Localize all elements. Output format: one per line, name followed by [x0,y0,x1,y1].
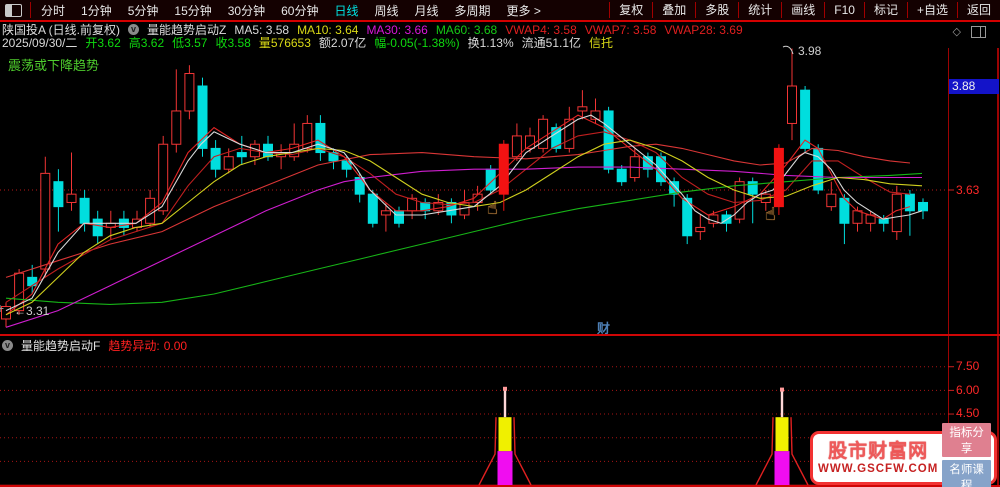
split-window-icon[interactable] [971,25,986,38]
site-watermark: 股市财富网 WWW.GSCFW.COM 指标分享 名师课程 [810,422,997,487]
toolbar-button[interactable]: 返回 [956,2,1000,18]
sub-axis-label-750: 7.50 [956,359,980,373]
period-tab[interactable]: 5分钟 [120,2,167,19]
price-label-highlight: 3.88 [949,79,999,94]
toolbar-button[interactable]: 多股 [695,2,738,18]
period-tabs: 分时 1分钟 5分钟 15分钟 30分钟 60分钟 日线 周线 月线 多周期 更多 > [33,2,549,19]
day-stat: 额2.07亿 [318,36,367,50]
day-stat: 信托 [589,36,614,50]
watermark-badge-teacher-course: 名师课程 [942,459,991,487]
toolbar-button[interactable]: +自选 [906,2,957,18]
hand-pointer-icon: ☝ [487,198,498,218]
low-price-annotation: ←3.31 [14,304,50,318]
period-tab[interactable]: 更多 > [499,2,549,19]
period-tab[interactable]: 日线 [326,2,366,19]
day-stat: 量576653 [258,36,311,50]
day-stats-row: 2025/09/30/二 开3.62 高3.62 低3.57 收3.58 量576653 额… [2,36,614,50]
day-stat: 低3.57 [172,36,208,50]
sub-indicator-header: v 量能趋势启动F 趋势异动: 0.00 [2,337,188,354]
tdx-trading-app: 分时 1分钟 5分钟 15分钟 30分钟 60分钟 日线 周线 月线 多周期 更多 > 复权 叠加 多股… [0,0,1000,487]
day-stat: 流通51.1亿 [521,36,582,50]
hand-pointer-icon: ☝ [765,204,776,224]
ma-value: VWAP28: 3.69 [664,22,743,37]
day-stat: 高3.62 [128,36,165,50]
sub-status-label: 趋势异动: [108,339,160,353]
crosshair-remnant: + [0,300,5,316]
period-tab[interactable]: 60分钟 [273,2,326,19]
toolbar-button[interactable]: 画线 [781,2,824,18]
main-chart-svg[interactable] [0,0,1000,487]
watermark-text-block: 股市财富网 WWW.GSCFW.COM [818,441,938,475]
toolbar-right-buttons: 复权 叠加 多股 统计 画线 F10 标记 +自选 返回 [609,0,1000,20]
day-stat: 开3.62 [85,36,121,50]
chevron-down-icon[interactable]: v [2,340,13,351]
period-tab[interactable]: 周线 [366,2,406,19]
watermark-badge-indicator-share: 指标分享 [942,422,991,457]
top-toolbar: 分时 1分钟 5分钟 15分钟 30分钟 60分钟 日线 周线 月线 多周期 更多 > 复权 叠加 多股… [0,0,1000,22]
high-price-annotation: 3.98 [798,44,822,58]
period-tab[interactable]: 月线 [407,2,447,19]
day-stat: 换1.13% [467,36,514,50]
period-tab[interactable]: 30分钟 [220,2,273,19]
toolbar-button[interactable]: 复权 [609,2,652,18]
day-stat: 幅-0.05(-1.38%) [374,36,460,50]
axis-frame-line [948,48,949,487]
period-tab[interactable]: 15分钟 [166,2,219,19]
sub-axis-label-600: 6.00 [956,383,980,397]
period-tab[interactable]: 分时 [33,2,73,19]
toolbar-button[interactable]: 叠加 [652,2,695,18]
indicator-name-sub[interactable]: 量能趋势启动F [21,337,100,354]
trend-note-label: 震荡或下降趋势 [8,58,100,73]
toolbar-separator [30,2,31,18]
period-tab[interactable]: 多周期 [447,2,499,19]
sub-status-value: 0.00 [163,338,188,353]
watermark-site-name: 股市财富网 [828,441,929,462]
period-tab[interactable]: 1分钟 [73,2,120,19]
right-frame-line [997,48,999,487]
toolbar-button[interactable]: F10 [824,2,864,18]
watermark-url: WWW.GSCFW.COM [818,463,939,475]
day-stat: 2025/09/30/二 [2,36,78,50]
price-label-363: 3.63 [956,183,980,197]
toolbar-button[interactable]: 标记 [863,2,907,18]
info-row-icons: ◇ [953,25,986,38]
diamond-icon[interactable]: ◇ [953,25,961,38]
panel-separator-line[interactable] [0,334,1000,336]
sub-axis-label-450: 4.50 [956,406,980,420]
window-layout-icon[interactable] [5,3,22,17]
day-stat: 收3.58 [215,36,251,50]
watermark-badges: 指标分享 名师课程 [942,422,991,487]
toolbar-button[interactable]: 统计 [738,2,781,18]
